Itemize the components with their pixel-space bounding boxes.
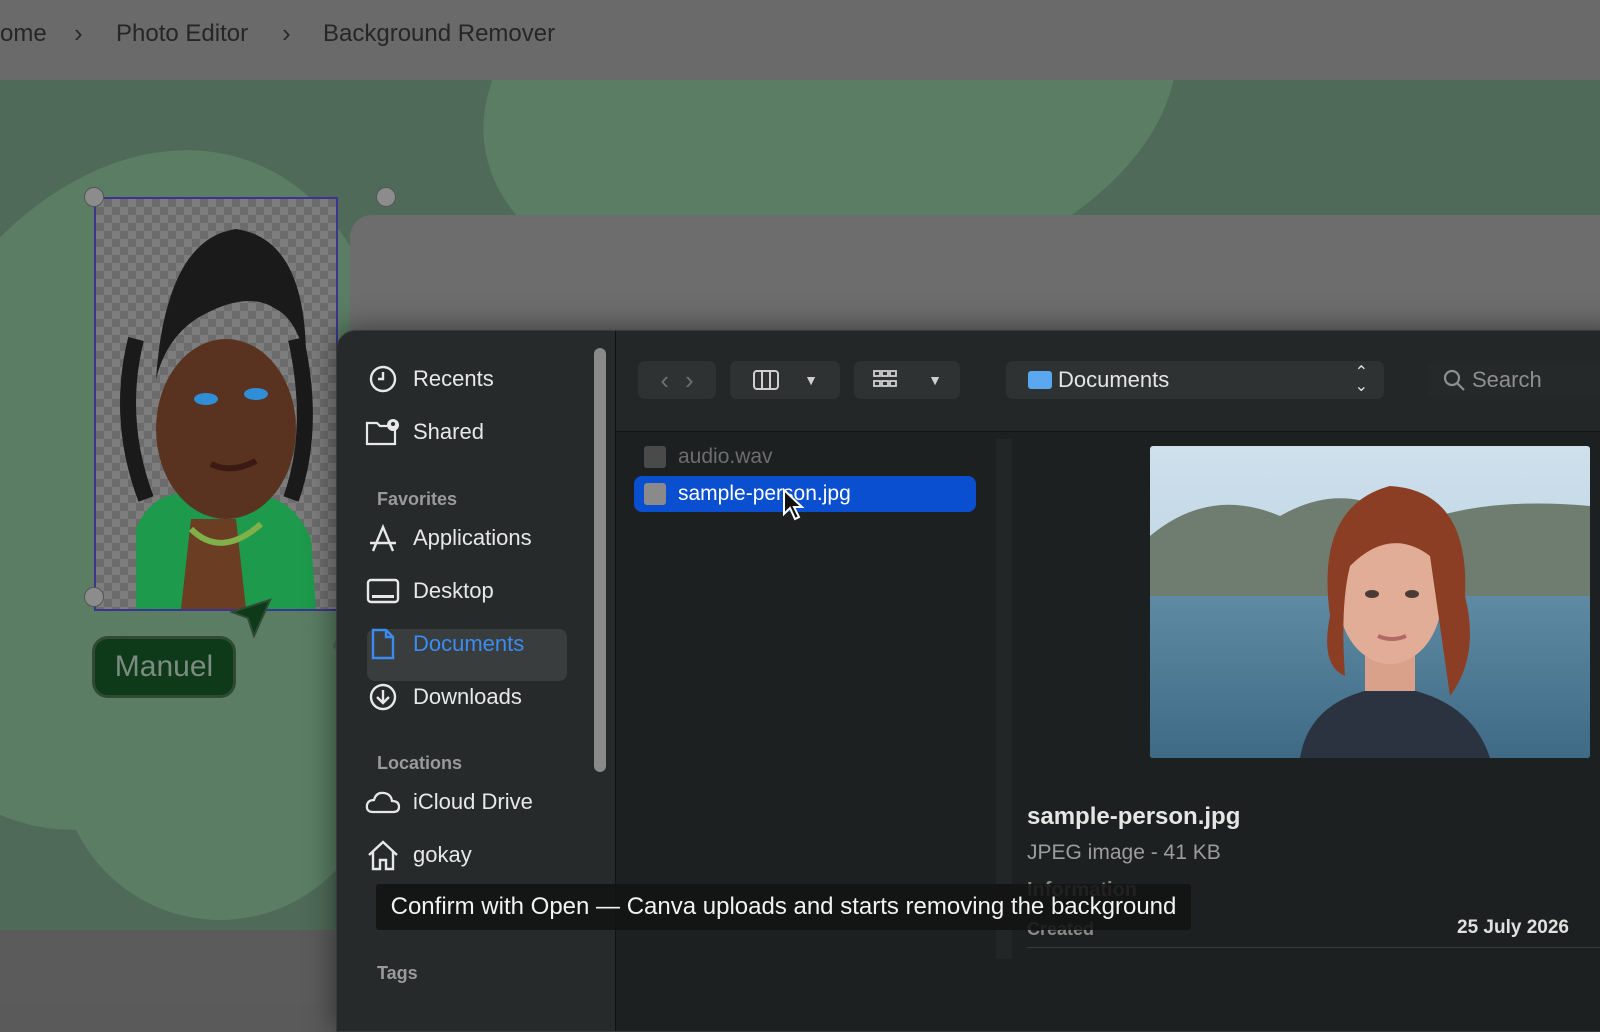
mouse-pointer-icon [783, 488, 805, 521]
grid-icon [873, 370, 897, 387]
applications-icon [365, 520, 401, 556]
preview-filename: sample-person.jpg [1027, 803, 1241, 830]
view-mode-button[interactable]: ▼ [730, 361, 840, 399]
breadcrumb-photo-editor[interactable]: Photo Editor [116, 20, 248, 48]
search-field[interactable]: Search [1428, 361, 1600, 399]
search-icon [1443, 369, 1465, 391]
sidebar-heading-locations: Locations [377, 753, 463, 773]
collaborator-cursor-icon [230, 598, 272, 638]
chevron-down-icon: ▼ [928, 372, 942, 388]
column-divider[interactable] [996, 439, 1012, 959]
search-placeholder: Search [1472, 367, 1542, 392]
sidebar-item-label: Desktop [413, 578, 494, 603]
chevron-right-icon: › [282, 18, 291, 48]
breadcrumb: ome › Photo Editor › Background Remover [0, 0, 1600, 80]
group-button[interactable]: ▼ [854, 361, 960, 399]
selected-photo-element[interactable] [94, 197, 338, 611]
sidebar-heading-tags: Tags [377, 963, 418, 983]
location-popup[interactable]: Documents ⌃ ⌄ [1006, 361, 1384, 399]
resize-handle-top-right[interactable] [376, 187, 396, 207]
image-file-icon [644, 483, 666, 505]
cloud-icon [365, 784, 401, 820]
chevron-down-icon: ▼ [804, 372, 818, 388]
breadcrumb-background-remover: Background Remover [323, 20, 556, 47]
woman-cutout-image [120, 229, 316, 609]
sidebar-item-documents[interactable]: Documents [365, 620, 524, 668]
file-name: audio.wav [678, 445, 773, 468]
location-label: Documents [1058, 367, 1170, 392]
sidebar-item-label: gokay [413, 842, 472, 867]
download-icon [365, 679, 401, 715]
folder-icon [1028, 371, 1052, 389]
sidebar-item-label: Recents [413, 366, 494, 391]
sidebar-item-icloud-drive[interactable]: iCloud Drive [365, 778, 533, 826]
up-down-chevron-icon: ⌃ ⌄ [1354, 364, 1368, 395]
desktop-icon [365, 573, 401, 609]
columns-view-icon [753, 370, 780, 390]
file-name: sample-person.jpg [678, 482, 851, 505]
sidebar-item-label: Downloads [413, 684, 522, 709]
sidebar-heading-favorites: Favorites [377, 489, 458, 509]
sidebar-item-recents[interactable]: Recents [365, 355, 494, 403]
file-preview-image [1150, 446, 1590, 758]
breadcrumb-home[interactable]: ome [0, 20, 47, 48]
document-icon [365, 626, 401, 662]
sidebar-item-label: Applications [413, 525, 532, 550]
resize-handle-top-left[interactable] [84, 187, 104, 207]
audio-file-icon [644, 446, 666, 468]
shared-folder-icon [365, 414, 401, 450]
sidebar-item-applications[interactable]: Applications [365, 514, 532, 562]
sidebar-scrollbar[interactable] [594, 348, 606, 772]
divider [1027, 947, 1600, 948]
sidebar-item-label: Shared [413, 419, 484, 444]
sidebar-item-label: Documents [413, 631, 525, 656]
sidebar-item-label: iCloud Drive [413, 789, 533, 814]
sidebar-item-desktop[interactable]: Desktop [365, 567, 494, 615]
home-icon [365, 837, 401, 873]
preview-kind: JPEG image - 41 KB [1027, 841, 1221, 864]
preview-created-value: 25 July 2026 [1457, 917, 1569, 938]
video-caption: Confirm with Open — Canva uploads and st… [376, 884, 1191, 930]
sidebar-item-shared[interactable]: Shared [365, 408, 484, 456]
chevron-left-icon[interactable]: ‹ [660, 365, 669, 396]
clock-icon [365, 361, 401, 397]
sidebar-item-home[interactable]: gokay [365, 831, 472, 879]
file-row-audio[interactable]: audio.wav [634, 439, 976, 475]
collaborator-tag: Manuel [92, 636, 236, 698]
back-forward-buttons[interactable]: ‹ › [638, 361, 716, 399]
resize-handle-bottom-left[interactable] [84, 587, 104, 607]
dialog-toolbar: ‹ › ▼ ▼ Documents ⌃ ⌄ Search [616, 331, 1600, 432]
sidebar-item-downloads[interactable]: Downloads [365, 673, 522, 721]
chevron-right-icon: › [74, 18, 83, 48]
chevron-right-icon[interactable]: › [685, 365, 694, 396]
